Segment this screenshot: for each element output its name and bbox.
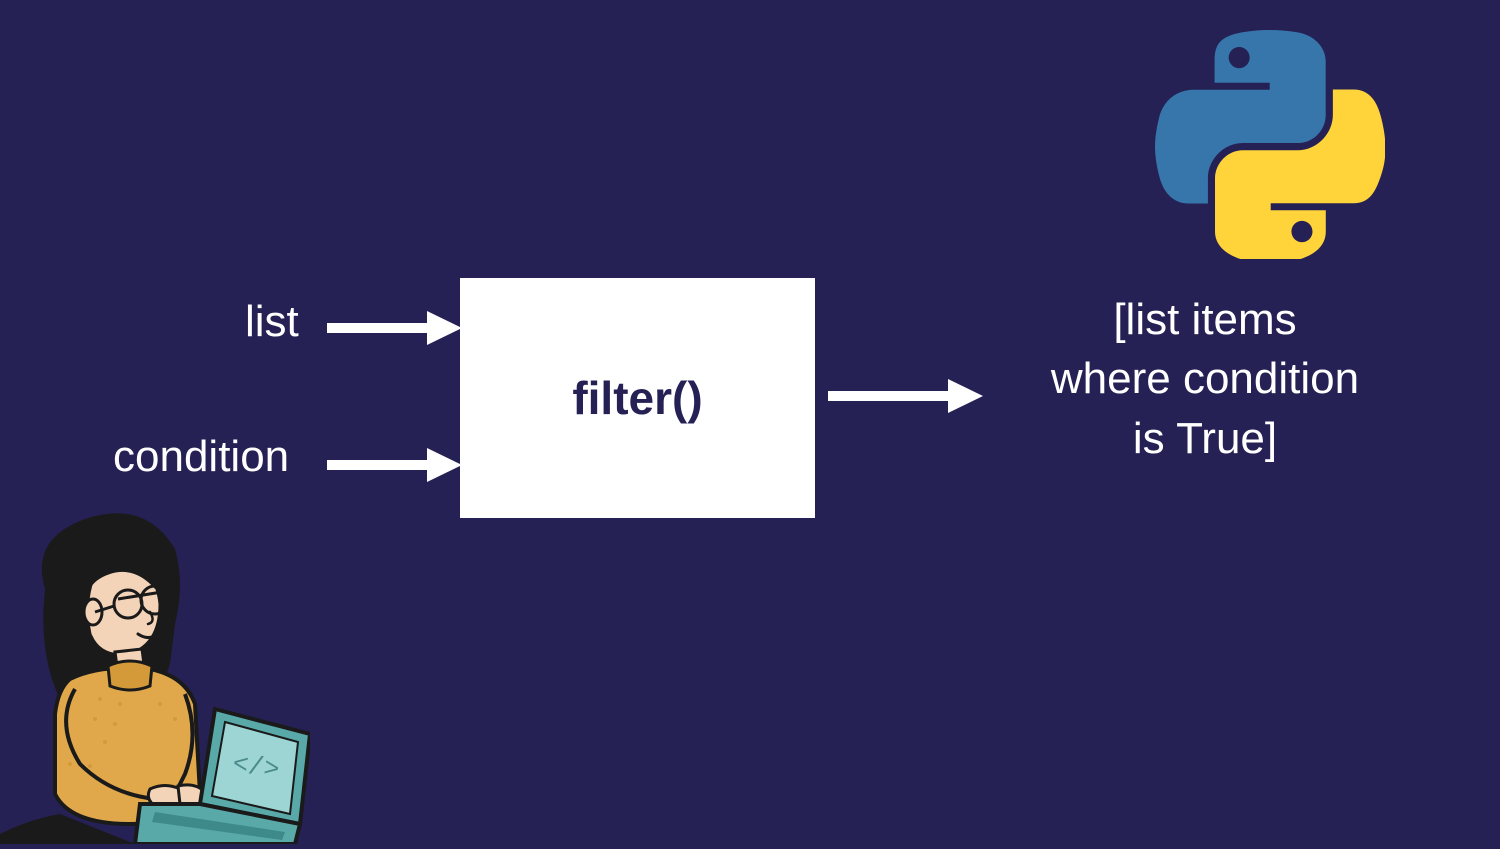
output-line: is True]: [965, 409, 1445, 468]
output-line: where condition: [965, 349, 1445, 408]
output-line: [list items: [965, 290, 1445, 349]
arrow-icon: [828, 376, 988, 416]
input-label-list: list: [245, 297, 299, 347]
arrow-icon: [327, 445, 467, 485]
output-label: [list items where condition is True]: [965, 290, 1445, 468]
arrow-icon: [327, 308, 467, 348]
filter-function-box: filter(): [460, 278, 815, 518]
person-coding-icon: </>: [0, 494, 310, 844]
input-label-condition: condition: [113, 432, 289, 482]
filter-box-label: filter(): [572, 371, 702, 425]
python-logo-icon: [1155, 30, 1385, 260]
